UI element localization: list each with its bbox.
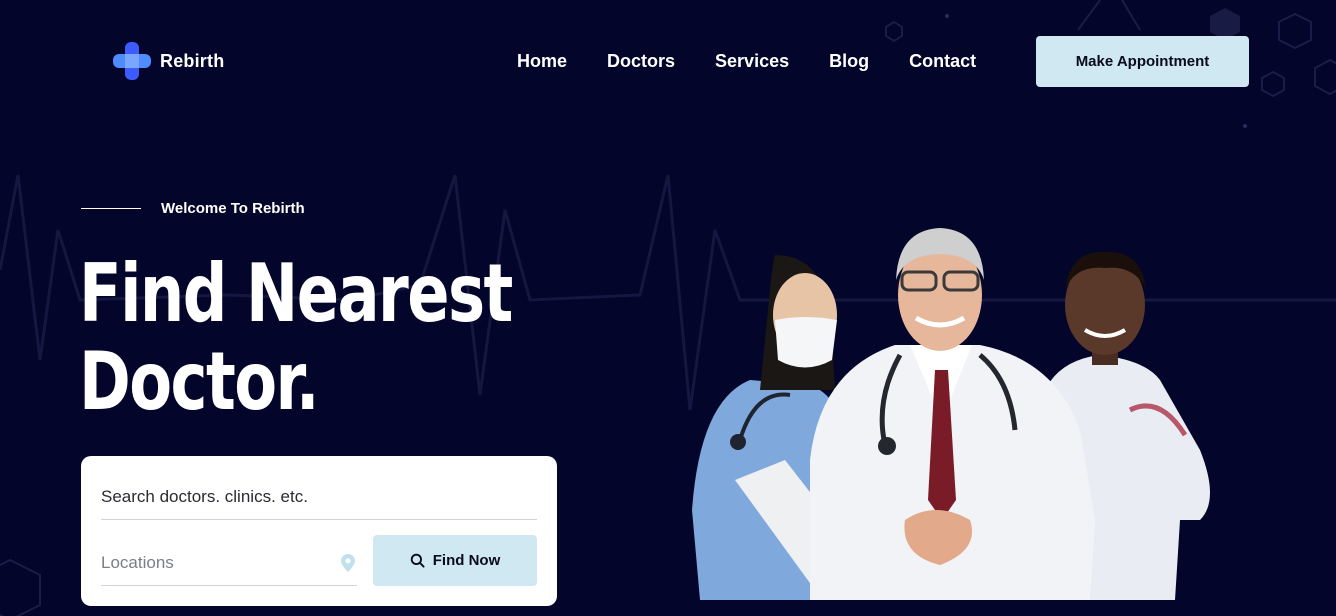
hexagon-deco xyxy=(0,558,41,616)
nav-item-services[interactable]: Services xyxy=(715,50,789,72)
landing-page: Rebirth Home Doctors Services Blog Conta… xyxy=(0,0,1336,616)
main-nav: Home Doctors Services Blog Contact xyxy=(517,50,976,72)
eyebrow-divider xyxy=(81,208,141,209)
nav-item-blog[interactable]: Blog xyxy=(829,50,869,72)
hero-title-line-2: Doctor. xyxy=(79,335,320,428)
find-now-button[interactable]: Find Now xyxy=(373,535,537,586)
search-card: Find Now xyxy=(81,456,557,606)
hero-title-line-1: Find Nearest xyxy=(79,247,513,340)
location-field xyxy=(101,540,357,586)
doctor-center-figure xyxy=(810,228,1095,600)
hexagon-deco xyxy=(1314,58,1336,96)
make-appointment-button[interactable]: Make Appointment xyxy=(1036,36,1249,87)
hero-eyebrow: Welcome To Rebirth xyxy=(81,200,305,217)
hexagon-deco xyxy=(1261,70,1285,98)
eyebrow-text: Welcome To Rebirth xyxy=(161,200,305,217)
brand-logo[interactable]: Rebirth xyxy=(112,41,224,81)
brand-name: Rebirth xyxy=(160,50,225,71)
find-now-label: Find Now xyxy=(432,552,501,569)
search-input[interactable] xyxy=(101,474,537,520)
nav-item-home[interactable]: Home xyxy=(517,50,567,72)
nav-item-contact[interactable]: Contact xyxy=(909,50,976,72)
hexagon-deco xyxy=(885,20,903,43)
plus-cross-icon xyxy=(113,42,151,80)
hexagon-deco xyxy=(1278,12,1312,50)
location-pin-icon xyxy=(341,554,355,572)
search-icon xyxy=(410,553,425,568)
nav-item-doctors[interactable]: Doctors xyxy=(607,50,675,72)
location-input[interactable] xyxy=(101,540,331,585)
doctors-photo xyxy=(692,228,1210,600)
hero-title: Find Nearest Doctor. xyxy=(79,247,513,428)
